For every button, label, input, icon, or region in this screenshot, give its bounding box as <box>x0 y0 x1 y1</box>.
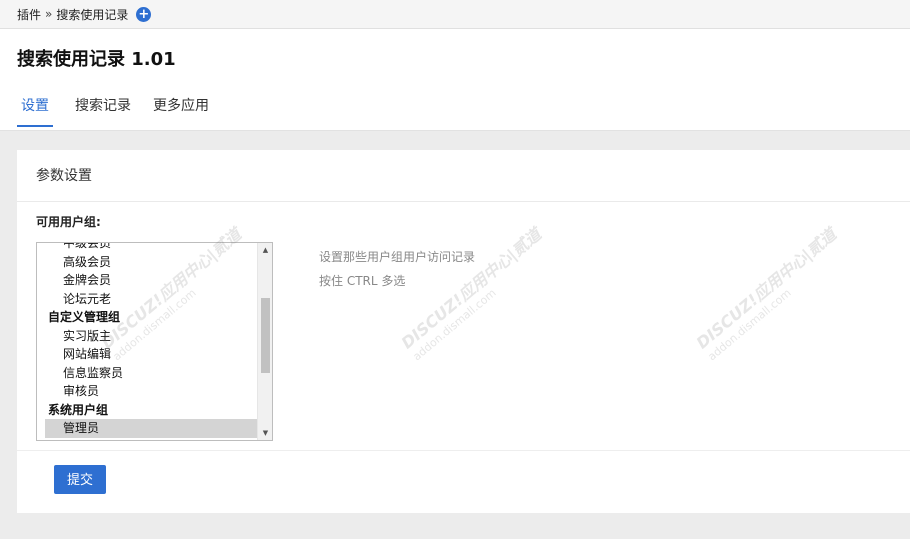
tab-more-apps[interactable]: 更多应用 <box>153 95 209 127</box>
usergroup-option[interactable]: 论坛元老 <box>37 290 257 309</box>
usergroup-field-label: 可用用户组: <box>36 215 101 229</box>
help-text-2: 按住 CTRL 多选 <box>319 274 406 288</box>
usergroup-option[interactable]: 金牌会员 <box>37 271 257 290</box>
add-shortcut-icon[interactable]: + <box>136 6 152 22</box>
optgroup-label: 自定义管理组 <box>48 310 121 324</box>
breadcrumb-root[interactable]: 插件 <box>17 6 41 23</box>
tab-search-records[interactable]: 搜索记录 <box>75 95 131 127</box>
breadcrumb-bar: 插件 » 搜索使用记录 + <box>0 0 910 29</box>
usergroup-option[interactable]: 网站编辑 <box>37 345 257 364</box>
optgroup-label: 系统用户组 <box>48 402 109 417</box>
usergroup-option[interactable]: 中级会员 <box>37 243 257 253</box>
field-help: 设置那些用户组用户访问记录 按住 CTRL 多选 <box>319 245 475 293</box>
usergroup-option[interactable]: 实习版主 <box>37 327 257 346</box>
divider <box>17 450 910 451</box>
settings-card: 参数设置 可用用户组: 中级会员 高级会员 金牌会员 论坛元老 自定义管理组实习版主 网站… <box>17 150 910 513</box>
section-title: 参数设置 <box>17 150 910 202</box>
help-text-1: 设置那些用户组用户访问记录 <box>319 250 476 264</box>
breadcrumb-current: 搜索使用记录 <box>56 7 129 22</box>
tab-settings[interactable]: 设置 <box>17 95 53 127</box>
scroll-up-icon[interactable]: ▲ <box>258 243 272 257</box>
usergroup-option[interactable]: 高级会员 <box>37 253 257 272</box>
usergroup-option-list: 中级会员 高级会员 金牌会员 论坛元老 自定义管理组实习版主 网站编辑 信息监察员 审核员 系统… <box>37 243 257 438</box>
listbox-scrollbar[interactable]: ▲ ▼ <box>257 243 272 440</box>
page-header: 搜索使用记录 1.01 设置 搜索记录 更多应用 <box>0 29 910 131</box>
tab-bar: 设置 搜索记录 更多应用 <box>17 95 231 127</box>
submit-button[interactable]: 提交 <box>54 465 106 494</box>
usergroup-option[interactable]: 管理员 <box>45 419 257 438</box>
usergroup-option[interactable]: 审核员 <box>37 382 257 401</box>
usergroup-option[interactable]: 信息监察员 <box>37 364 257 383</box>
scroll-thumb[interactable] <box>261 298 270 373</box>
page-title: 搜索使用记录 1.01 <box>17 49 176 70</box>
scroll-down-icon[interactable]: ▼ <box>258 426 272 440</box>
breadcrumb-separator: » <box>45 7 53 21</box>
usergroup-multiselect[interactable]: 中级会员 高级会员 金牌会员 论坛元老 自定义管理组实习版主 网站编辑 信息监察员 审核员 系统… <box>36 242 273 441</box>
